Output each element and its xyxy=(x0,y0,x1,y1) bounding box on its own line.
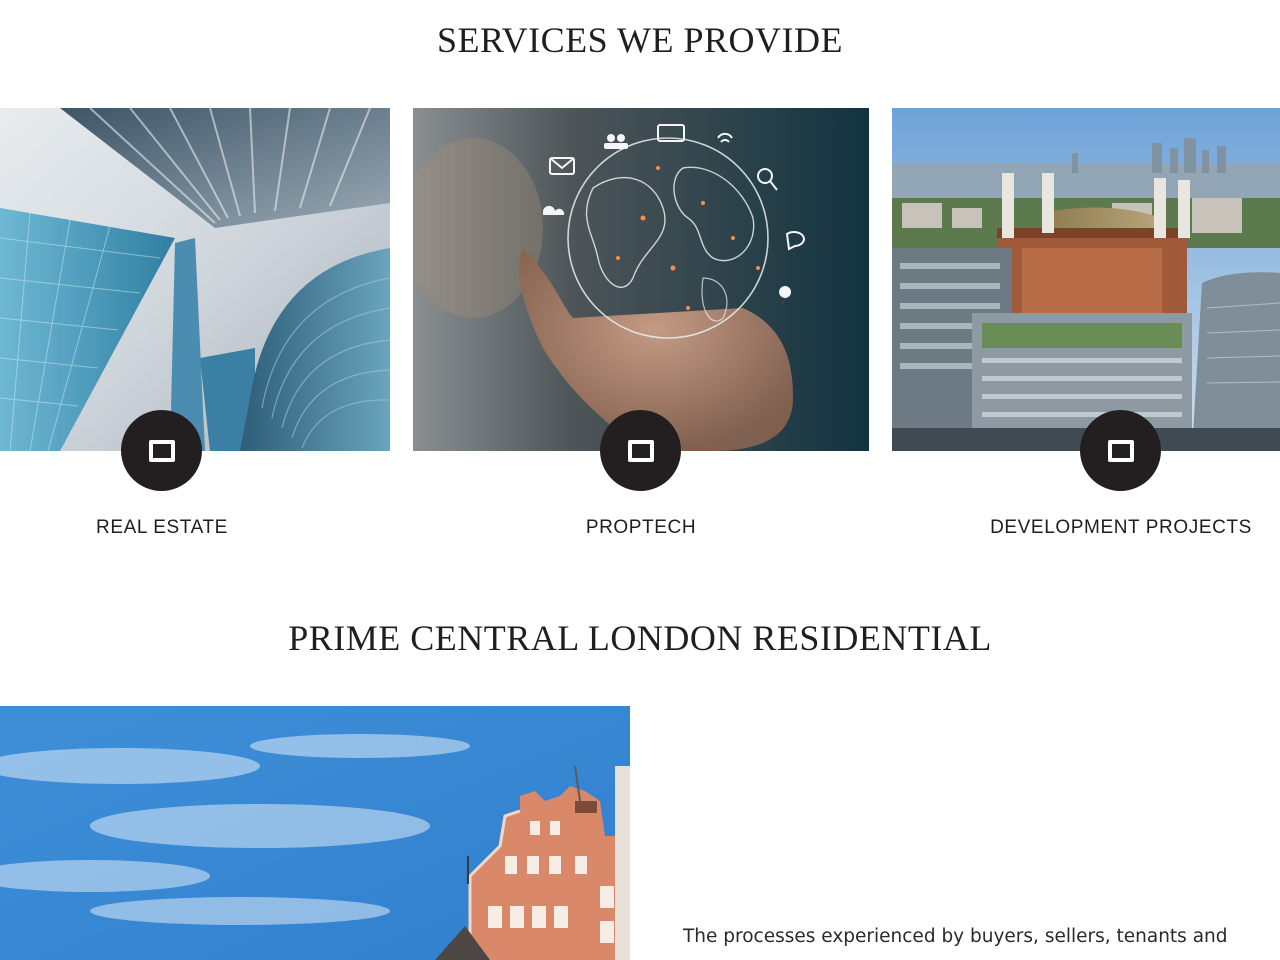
real-estate-image[interactable] xyxy=(0,108,390,451)
real-estate-square-icon[interactable] xyxy=(121,410,202,491)
square-icon xyxy=(627,439,654,462)
services-title: SERVICES WE PROVIDE xyxy=(437,20,843,60)
skyscrapers-illustration xyxy=(0,108,390,451)
development-projects-image[interactable] xyxy=(892,108,1280,451)
service-label-proptech[interactable]: PROPTECH xyxy=(540,517,742,539)
power-station-illustration xyxy=(892,108,1280,451)
square-icon xyxy=(148,439,175,462)
residential-title: PRIME CENTRAL LONDON RESIDENTIAL xyxy=(288,618,992,658)
residential-body-text: The processes experienced by buyers, sel… xyxy=(683,926,1228,947)
brick-building-illustration xyxy=(0,706,630,960)
residential-image xyxy=(0,706,630,960)
proptech-square-icon[interactable] xyxy=(600,410,681,491)
square-icon xyxy=(1107,439,1134,462)
service-label-real-estate[interactable]: REAL ESTATE xyxy=(62,517,262,539)
digital-globe-illustration xyxy=(413,108,869,451)
page: SERVICES WE PROVIDE REAL ESTATE PROPTECH… xyxy=(0,0,1280,960)
service-label-development-projects[interactable]: DEVELOPMENT PROJECTS xyxy=(980,517,1262,539)
proptech-image[interactable] xyxy=(413,108,869,451)
development-projects-square-icon[interactable] xyxy=(1080,410,1161,491)
